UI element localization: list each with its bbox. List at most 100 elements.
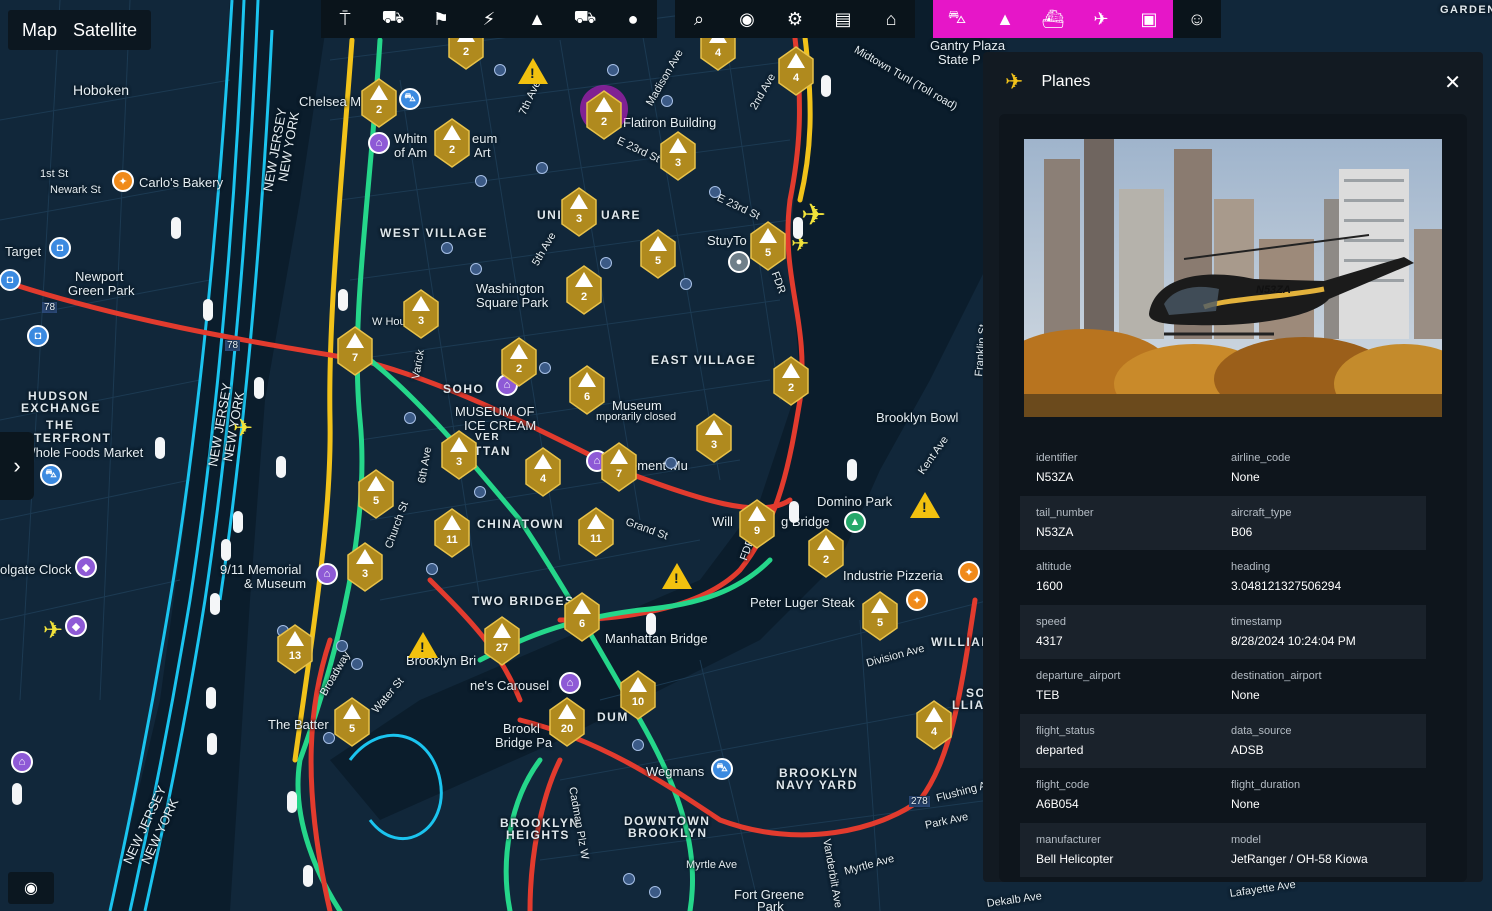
plane-icon[interactable]: ✈: [1077, 0, 1125, 38]
ship-icon[interactable]: ⛴: [1029, 0, 1077, 38]
map-button[interactable]: Map: [14, 20, 65, 41]
shopping-cart-icon[interactable]: ⛍: [399, 88, 421, 110]
park-icon[interactable]: ▲: [844, 511, 866, 533]
incident-cluster-marker[interactable]: 27: [482, 615, 522, 667]
incident-cluster-marker[interactable]: 6: [567, 364, 607, 416]
transit-stop-icon[interactable]: [607, 64, 619, 76]
incident-cluster-marker[interactable]: 11: [576, 506, 616, 558]
incident-cluster-marker[interactable]: 2: [806, 527, 846, 579]
truck-icon[interactable]: ⛟: [561, 0, 609, 38]
museum-icon[interactable]: ⌂: [316, 563, 338, 585]
incident-cluster-marker[interactable]: 9: [737, 498, 777, 550]
incident-cluster-marker[interactable]: 5: [860, 590, 900, 642]
assistant-icon[interactable]: ☺: [1173, 0, 1221, 38]
transit-stop-icon[interactable]: [494, 64, 506, 76]
incident-cluster-marker[interactable]: 5: [748, 220, 788, 272]
incident-cluster-marker[interactable]: 2: [432, 117, 472, 169]
incident-cluster-marker-selected[interactable]: 2: [580, 85, 628, 141]
transit-stop-icon[interactable]: [665, 457, 677, 469]
plane-icon[interactable]: ✈: [801, 201, 826, 231]
transit-stop-icon[interactable]: [661, 95, 673, 107]
transit-stop-icon[interactable]: [539, 362, 551, 374]
restaurant-icon[interactable]: ✦: [906, 589, 928, 611]
incident-cluster-marker[interactable]: 10: [618, 669, 658, 721]
lightning-icon[interactable]: ⚡: [465, 0, 513, 38]
warning-icon[interactable]: ▲: [981, 0, 1029, 38]
boat-icon[interactable]: [254, 377, 264, 399]
boat-icon[interactable]: [276, 456, 286, 478]
transit-stop-icon[interactable]: [632, 739, 644, 751]
hazard-icon[interactable]: [910, 492, 940, 518]
transit-stop-icon[interactable]: [475, 175, 487, 187]
boat-icon[interactable]: [287, 791, 297, 813]
incident-cluster-marker[interactable]: 11: [432, 507, 472, 559]
plane-icon[interactable]: ✈: [43, 619, 63, 643]
hiker-icon[interactable]: ⚑: [417, 0, 465, 38]
satellite-button[interactable]: Satellite: [65, 20, 145, 41]
plane-icon[interactable]: ✈: [233, 417, 253, 441]
incident-cluster-marker[interactable]: 2: [359, 77, 399, 129]
expand-sidebar-button[interactable]: ›: [0, 432, 34, 500]
incident-cluster-marker[interactable]: 20: [547, 696, 587, 748]
boat-icon[interactable]: [210, 593, 220, 615]
boat-icon[interactable]: [821, 75, 831, 97]
incident-cluster-marker[interactable]: 3: [439, 429, 479, 481]
car-icon[interactable]: ⛍: [933, 0, 981, 38]
hazard-icon[interactable]: [662, 563, 692, 589]
transit-stop-icon[interactable]: [536, 162, 548, 174]
incident-cluster-marker[interactable]: 5: [356, 468, 396, 520]
gear-icon[interactable]: ⚙: [771, 0, 819, 38]
transit-stop-icon[interactable]: [351, 658, 363, 670]
transit-stop-icon[interactable]: [623, 873, 635, 885]
incident-cluster-marker[interactable]: 3: [694, 412, 734, 464]
incident-cluster-marker[interactable]: 4: [914, 699, 954, 751]
museum-icon[interactable]: ⌂: [559, 672, 581, 694]
landmark-icon[interactable]: ◆: [75, 556, 97, 578]
shopping-cart-icon[interactable]: ⛍: [711, 758, 733, 780]
transit-stop-icon[interactable]: [426, 563, 438, 575]
close-icon[interactable]: ✕: [1444, 70, 1461, 95]
incident-cluster-marker[interactable]: 7: [599, 441, 639, 493]
boat-icon[interactable]: [847, 459, 857, 481]
incident-cluster-marker[interactable]: 7: [335, 325, 375, 377]
museum-icon[interactable]: ⌂: [368, 132, 390, 154]
shop-icon[interactable]: ◘: [49, 237, 71, 259]
visibility-toggle[interactable]: ◉: [8, 872, 54, 904]
bus-icon[interactable]: ▣: [1125, 0, 1173, 38]
transit-stop-icon[interactable]: [649, 886, 661, 898]
hazard-icon[interactable]: [408, 632, 438, 658]
boat-icon[interactable]: [233, 511, 243, 533]
news-icon[interactable]: ▤: [819, 0, 867, 38]
boat-icon[interactable]: [207, 733, 217, 755]
shop-icon[interactable]: ◘: [27, 325, 49, 347]
transit-stop-icon[interactable]: [441, 242, 453, 254]
transit-stop-icon[interactable]: [404, 412, 416, 424]
search-map-icon[interactable]: ⌕: [675, 0, 723, 38]
incident-cluster-marker[interactable]: 3: [658, 130, 698, 182]
shop-icon[interactable]: ◘: [0, 269, 21, 291]
incident-cluster-marker[interactable]: 2: [771, 355, 811, 407]
boat-icon[interactable]: [155, 437, 165, 459]
incident-cluster-marker[interactable]: 3: [559, 186, 599, 238]
incident-cluster-marker[interactable]: 3: [401, 288, 441, 340]
incident-cluster-marker[interactable]: 2: [564, 264, 604, 316]
boat-icon[interactable]: [789, 501, 799, 523]
incident-cluster-marker[interactable]: 4: [523, 446, 563, 498]
boat-icon[interactable]: [221, 539, 231, 561]
antenna-icon[interactable]: ⍑: [321, 0, 369, 38]
transit-stop-icon[interactable]: [336, 640, 348, 652]
location-pin-icon[interactable]: ◉: [723, 0, 771, 38]
incident-cluster-marker[interactable]: 6: [562, 591, 602, 643]
landmark-icon[interactable]: ◆: [65, 615, 87, 637]
boat-icon[interactable]: [206, 687, 216, 709]
transit-stop-icon[interactable]: [474, 486, 486, 498]
water-drop-icon[interactable]: ●: [609, 0, 657, 38]
restaurant-icon[interactable]: ✦: [112, 170, 134, 192]
boat-icon[interactable]: [171, 217, 181, 239]
transit-stop-icon[interactable]: [470, 263, 482, 275]
boat-icon[interactable]: [338, 289, 348, 311]
transit-stop-icon[interactable]: [709, 186, 721, 198]
tree-icon[interactable]: ▲: [513, 0, 561, 38]
hazard-icon[interactable]: [518, 58, 548, 84]
boat-icon[interactable]: [12, 783, 22, 805]
